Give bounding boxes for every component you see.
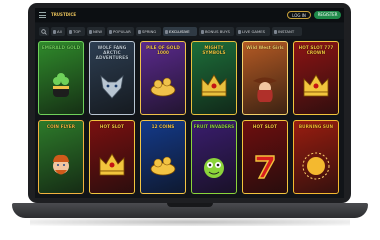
tab-all[interactable]: All [51,27,65,36]
game-title: 12 COINS [151,124,175,129]
game-title: FRUIT INVADERS [193,124,235,129]
game-tile[interactable]: 12 COINS [140,120,186,194]
coins-icon [148,151,178,181]
game-tile[interactable]: HOT SLOT [89,120,135,194]
pile-of-gold-icon [148,72,178,102]
search-icon [41,28,47,35]
game-tile[interactable]: MIGHTY SYMBOLS [191,41,237,115]
popular-icon [108,29,112,34]
game-title: COIN FLYER [46,124,76,129]
game-title: MIGHTY SYMBOLS [202,45,226,55]
new-icon [88,29,92,34]
cowgirl-icon [250,72,280,106]
hamburger-menu-icon[interactable] [39,12,46,18]
game-title: Wild West Girls [246,45,284,50]
search-button[interactable] [39,27,49,36]
game-title: HOT SLOT [99,124,125,129]
game-tile[interactable]: FRUIT INVADERS [191,120,237,194]
wolf-icon [97,72,127,104]
clover-pot-icon [46,72,76,104]
game-title: EMERALD GOLD [41,45,81,50]
tab-top[interactable]: TOP [67,27,85,36]
instant-icon [273,29,277,34]
leprechaun-icon [46,151,76,185]
exclusive-icon [164,29,168,34]
game-tile[interactable]: WOLF FANG ARCTIC ADVENTURES [89,41,135,115]
crown-icon [199,72,229,102]
tab-popular[interactable]: POPULAR [107,27,134,36]
site-header: TRUSTDICE LOG IN REGISTER [35,8,344,22]
tab-new[interactable]: NEW [87,27,105,36]
site-logo[interactable]: TRUSTDICE [51,10,77,20]
laptop-shadow [30,218,350,226]
login-button[interactable]: LOG IN [287,11,311,19]
game-tile[interactable]: HOT SLOT [242,120,288,194]
game-title: PILE OF GOLD 1000 [146,45,180,55]
seven-icon [250,151,280,185]
tab-spring[interactable]: SPRING [136,27,161,36]
laptop-notch [167,203,213,207]
crown-777-icon [301,72,331,102]
bonus-buys-icon [200,29,204,34]
crown-icon [97,151,127,181]
game-tile[interactable]: COIN FLYER [38,120,84,194]
game-title: WOLF FANG ARCTIC ADVENTURES [95,45,129,60]
laptop-screen: TRUSTDICE LOG IN REGISTER All TOP NEW PO… [35,8,344,198]
game-title: HOT SLOT 777 CROWN [298,45,334,55]
game-tile[interactable]: EMERALD GOLD [38,41,84,115]
tab-bonus-buys[interactable]: BONUS BUYS [199,27,234,36]
game-tile[interactable]: HOT SLOT 777 CROWN [293,41,339,115]
tab-exclusive[interactable]: EXCLUSIVE [163,27,197,36]
tab-live-games[interactable]: LIVE GAMES [236,27,270,36]
sun-icon [301,151,331,185]
register-button[interactable]: REGISTER [314,11,341,19]
top-icon [68,29,72,34]
tab-instant[interactable]: INSTANT [272,27,302,36]
spring-icon [137,29,141,34]
game-title: BURNING SUN [298,124,334,129]
category-bar: All TOP NEW POPULAR SPRING EXCLUSIVE BON… [35,23,344,39]
all-icon [52,29,56,34]
game-tile[interactable]: BURNING SUN [293,120,339,194]
game-grid: EMERALD GOLD WOLF FANG ARCTIC ADVENTURES P… [38,41,344,198]
game-tile[interactable]: Wild West Girls [242,41,288,115]
live-games-icon [237,29,241,34]
fruit-monster-icon [199,151,229,185]
game-tile[interactable]: PILE OF GOLD 1000 [140,41,186,115]
game-title: HOT SLOT [252,124,278,129]
